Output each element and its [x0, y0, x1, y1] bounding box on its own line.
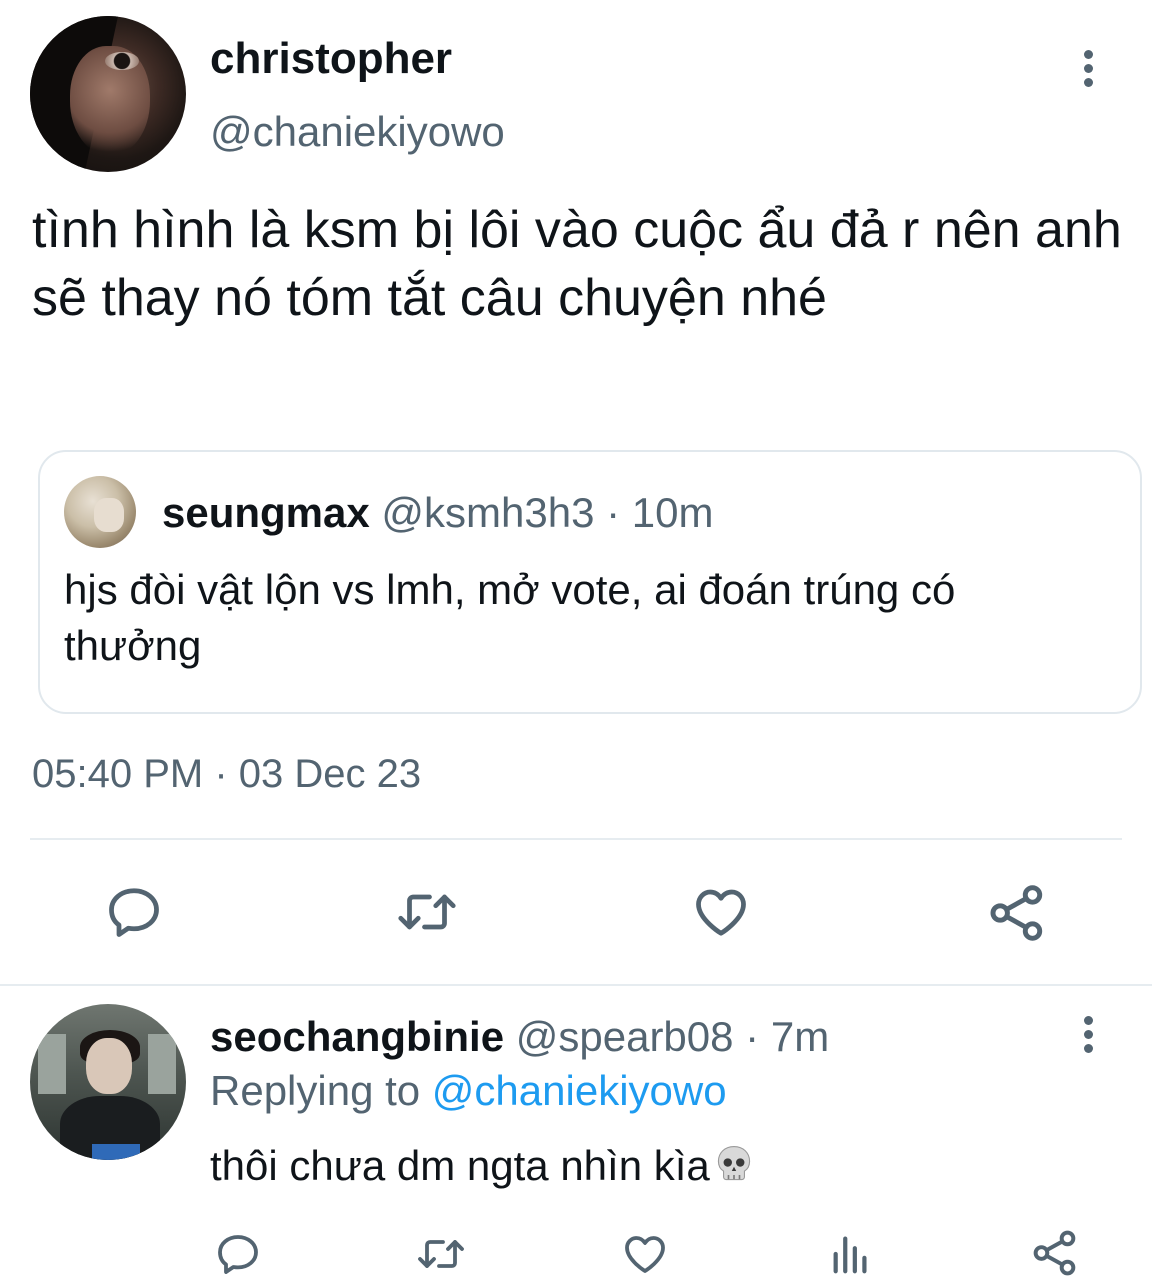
share-icon[interactable] [1030, 1228, 1080, 1278]
quoted-tweet[interactable]: seungmax @ksmh3h3 · 10m hjs đòi vật lộn … [38, 450, 1142, 714]
reply-header: seochangbinie @spearb08 · 7m [210, 1010, 829, 1064]
retweet-icon[interactable] [414, 1230, 468, 1278]
more-options-icon[interactable] [1082, 1016, 1094, 1053]
replying-to: Replying to @chaniekiyowo [210, 1064, 727, 1118]
thread-separator [0, 984, 1152, 986]
replying-to-mention[interactable]: @chaniekiyowo [432, 1067, 727, 1114]
divider [30, 838, 1122, 840]
reply-display-name[interactable]: seochangbinie [210, 1013, 504, 1060]
analytics-icon[interactable] [828, 1230, 874, 1278]
reply-text: thôi chưa dm ngta nhìn kìa [210, 1138, 756, 1200]
quoted-header: seungmax @ksmh3h3 · 10m [162, 486, 714, 540]
quoted-meta: @ksmh3h3 · 10m [381, 489, 714, 536]
quoted-display-name: seungmax [162, 489, 370, 536]
main-tweet: christopher @chaniekiyowo tình hình là k… [0, 0, 1152, 985]
tweet-text: tình hình là ksm bị lôi vào cuộc ẩu đả r… [32, 201, 1122, 327]
reply-avatar[interactable] [30, 1004, 186, 1160]
like-icon[interactable] [620, 1230, 670, 1278]
reply-icon[interactable] [214, 1230, 262, 1278]
more-options-icon[interactable] [1082, 50, 1094, 87]
reply-text-content: thôi chưa dm ngta nhìn kìa [210, 1142, 710, 1189]
retweet-icon[interactable] [394, 882, 460, 942]
tweet-timestamp[interactable]: 05:40 PM · 03 Dec 23 [32, 752, 421, 797]
avatar[interactable] [30, 16, 186, 172]
replying-to-label: Replying to [210, 1067, 421, 1114]
like-icon[interactable] [690, 882, 752, 942]
author-display-name[interactable]: christopher [210, 34, 452, 84]
share-icon[interactable] [986, 882, 1048, 944]
reply-meta: @spearb08 · 7m [515, 1013, 830, 1060]
author-handle[interactable]: @chaniekiyowo [210, 108, 505, 156]
quoted-text: hjs đòi vật lộn vs lmh, mở vote, ai đoán… [64, 566, 956, 669]
skull-icon [712, 1142, 756, 1200]
reply-icon[interactable] [104, 882, 164, 942]
quoted-avatar [64, 476, 136, 548]
